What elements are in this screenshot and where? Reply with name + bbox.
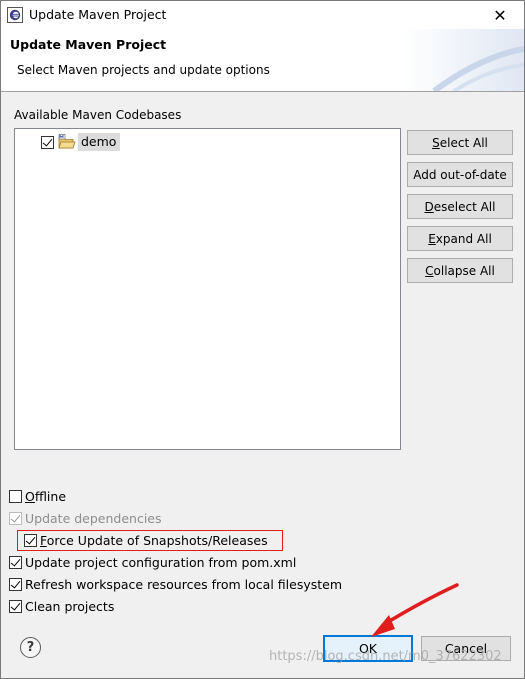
add-out-of-date-button[interactable]: Add out-of-date [407,162,513,187]
ok-button[interactable]: OK [323,635,413,662]
offline-checkbox[interactable] [9,489,22,503]
update-config-option[interactable]: Update project configuration from pom.xm… [9,553,296,571]
help-button[interactable]: ? [20,637,41,658]
tree-item-label: demo [81,134,117,149]
collapse-all-button[interactable]: Collapse All [407,258,513,283]
refresh-workspace-checkbox[interactable] [9,577,22,591]
eclipse-icon [7,7,23,23]
update-config-label: Update project configuration from pom.xm… [25,554,297,570]
title-bar[interactable]: Update Maven Project ✕ [1,1,524,29]
tree-item-selection: demo [78,133,121,151]
window-title: Update Maven Project [29,7,167,22]
select-all-button[interactable]: Select All [407,130,513,155]
clean-projects-option[interactable]: Clean projects [9,597,114,615]
header-separator [1,91,524,92]
codebases-label: Available Maven Codebases [14,108,182,122]
annotation-highlight-box [17,530,283,551]
tree-item-demo[interactable]: demo [41,132,121,152]
update-config-checkbox[interactable] [9,555,22,569]
codebases-tree[interactable]: demo [14,128,401,450]
dialog-header: Update Maven Project Select Maven projec… [1,29,524,91]
demo-checkbox[interactable] [41,135,54,149]
refresh-workspace-label: Refresh workspace resources from local f… [25,576,343,592]
deselect-all-button[interactable]: Deselect All [407,194,513,219]
cancel-button[interactable]: Cancel [421,636,511,661]
close-button[interactable]: ✕ [480,3,520,27]
expand-all-button[interactable]: Expand All [407,226,513,251]
offline-label: Offline [25,488,67,504]
update-maven-project-dialog: Update Maven Project ✕ Update Maven Proj… [0,0,525,679]
update-dependencies-option: Update dependencies [9,509,162,527]
help-icon: ? [26,640,35,655]
close-icon: ✕ [493,5,507,25]
annotation-arrow-icon [371,583,459,637]
header-subtitle: Select Maven projects and update options [17,63,270,77]
update-dependencies-checkbox [9,511,22,525]
refresh-workspace-option[interactable]: Refresh workspace resources from local f… [9,575,342,593]
header-title: Update Maven Project [10,37,167,52]
maven-project-folder-icon [58,134,76,149]
clean-projects-label: Clean projects [25,598,115,614]
offline-option[interactable]: Offline [9,487,66,505]
header-decoration-icon [404,29,524,91]
clean-projects-checkbox[interactable] [9,599,22,613]
update-dependencies-label: Update dependencies [25,510,162,526]
